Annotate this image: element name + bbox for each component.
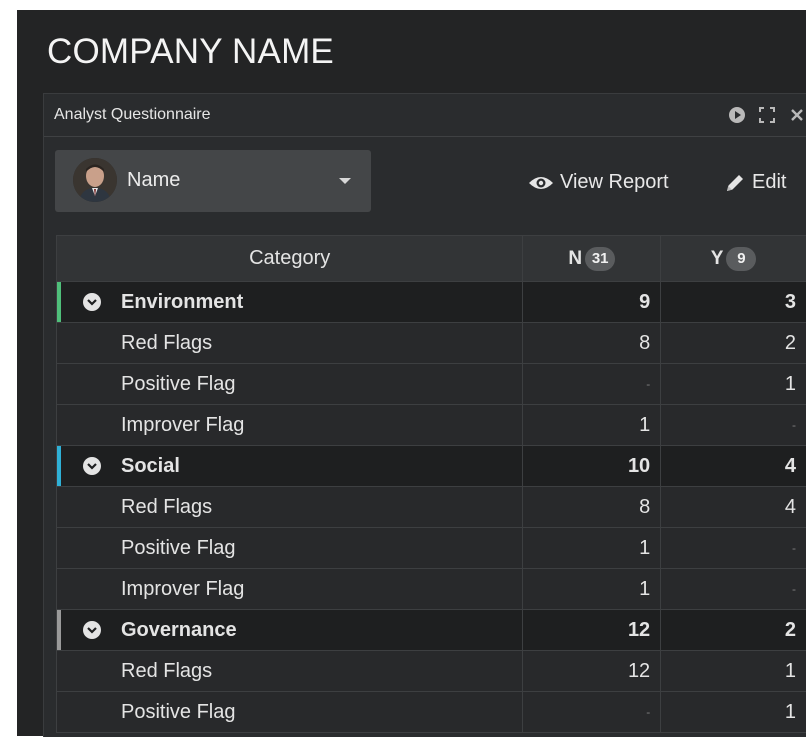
n-count-badge: 31 bbox=[585, 247, 615, 271]
eye-icon bbox=[528, 174, 554, 192]
close-icon[interactable] bbox=[787, 105, 806, 125]
name-dropdown[interactable]: Name bbox=[55, 150, 371, 212]
view-report-button[interactable]: View Report bbox=[528, 171, 669, 194]
row-y-value: 2 bbox=[661, 323, 806, 364]
table-row[interactable]: Improver Flag1- bbox=[57, 569, 806, 610]
company-title: COMPANY NAME bbox=[47, 32, 334, 72]
row-category-label: Positive Flag bbox=[57, 364, 523, 405]
group-row-governance[interactable]: Governance 122 bbox=[57, 610, 806, 651]
row-n-value: - bbox=[523, 692, 661, 733]
row-y-value: 1 bbox=[661, 651, 806, 692]
group-accent-bar bbox=[57, 446, 61, 486]
table-body: Environment93Red Flags82Positive Flag-1I… bbox=[57, 282, 806, 733]
row-n-value: 8 bbox=[523, 487, 661, 528]
table-header-row: Category N 31 Y 9 bbox=[57, 236, 806, 282]
row-category-label: Improver Flag bbox=[57, 569, 523, 610]
table-row[interactable]: Red Flags82 bbox=[57, 323, 806, 364]
pencil-icon bbox=[724, 172, 746, 194]
chevron-down-icon[interactable] bbox=[83, 457, 101, 475]
group-category-cell: Environment bbox=[57, 282, 523, 323]
group-n-value: 12 bbox=[523, 610, 661, 651]
flags-table: Category N 31 Y 9 bbox=[56, 235, 806, 733]
chevron-down-icon[interactable] bbox=[83, 293, 101, 311]
table-row[interactable]: Positive Flag1- bbox=[57, 528, 806, 569]
row-category-label: Positive Flag bbox=[57, 692, 523, 733]
category-header-label: Category bbox=[249, 247, 330, 269]
edit-label: Edit bbox=[752, 171, 786, 194]
questionnaire-panel: Analyst Questionnaire bbox=[43, 93, 806, 737]
table-row[interactable]: Red Flags121 bbox=[57, 651, 806, 692]
group-category-cell: Social bbox=[57, 446, 523, 487]
table-row[interactable]: Positive Flag-1 bbox=[57, 692, 806, 733]
dropdown-label: Name bbox=[127, 169, 180, 192]
group-label: Social bbox=[121, 455, 180, 477]
row-y-value: - bbox=[661, 569, 806, 610]
table-row[interactable]: Improver Flag1- bbox=[57, 405, 806, 446]
row-n-value: 8 bbox=[523, 323, 661, 364]
n-header-label: N bbox=[568, 248, 582, 270]
row-y-value: 1 bbox=[661, 364, 806, 405]
group-accent-bar bbox=[57, 610, 61, 650]
row-n-value: 1 bbox=[523, 528, 661, 569]
column-header-category[interactable]: Category bbox=[57, 236, 523, 282]
group-y-value: 2 bbox=[661, 610, 806, 651]
expand-icon[interactable] bbox=[757, 105, 777, 125]
row-n-value: 12 bbox=[523, 651, 661, 692]
row-category-label: Improver Flag bbox=[57, 405, 523, 446]
panel-header-icons bbox=[727, 104, 806, 126]
table-row[interactable]: Red Flags84 bbox=[57, 487, 806, 528]
row-n-value: - bbox=[523, 364, 661, 405]
group-label: Governance bbox=[121, 619, 237, 641]
panel-header: Analyst Questionnaire bbox=[44, 94, 806, 137]
group-accent-bar bbox=[57, 282, 61, 322]
row-y-value: 4 bbox=[661, 487, 806, 528]
row-n-value: 1 bbox=[523, 569, 661, 610]
play-circle-icon[interactable] bbox=[727, 105, 747, 125]
row-y-value: - bbox=[661, 405, 806, 446]
chevron-down-icon[interactable] bbox=[83, 621, 101, 639]
column-header-n[interactable]: N 31 bbox=[523, 236, 661, 282]
row-y-value: - bbox=[661, 528, 806, 569]
group-category-cell: Governance bbox=[57, 610, 523, 651]
y-header-label: Y bbox=[711, 248, 724, 270]
group-row-social[interactable]: Social 104 bbox=[57, 446, 806, 487]
group-row-environment[interactable]: Environment 93 bbox=[57, 282, 806, 323]
group-label: Environment bbox=[121, 291, 243, 313]
app-window: COMPANY NAME Analyst Questionnaire bbox=[17, 10, 806, 736]
group-y-value: 3 bbox=[661, 282, 806, 323]
row-category-label: Red Flags bbox=[57, 323, 523, 364]
view-report-label: View Report bbox=[560, 171, 669, 194]
row-n-value: 1 bbox=[523, 405, 661, 446]
group-y-value: 4 bbox=[661, 446, 806, 487]
row-y-value: 1 bbox=[661, 692, 806, 733]
column-header-y[interactable]: Y 9 bbox=[661, 236, 806, 282]
panel-title: Analyst Questionnaire bbox=[54, 106, 211, 124]
avatar bbox=[73, 158, 117, 202]
row-category-label: Positive Flag bbox=[57, 528, 523, 569]
row-category-label: Red Flags bbox=[57, 487, 523, 528]
group-n-value: 10 bbox=[523, 446, 661, 487]
y-count-badge: 9 bbox=[726, 247, 756, 271]
row-category-label: Red Flags bbox=[57, 651, 523, 692]
table-row[interactable]: Positive Flag-1 bbox=[57, 364, 806, 405]
group-n-value: 9 bbox=[523, 282, 661, 323]
caret-down-icon bbox=[339, 178, 351, 184]
edit-button[interactable]: Edit bbox=[724, 171, 786, 194]
